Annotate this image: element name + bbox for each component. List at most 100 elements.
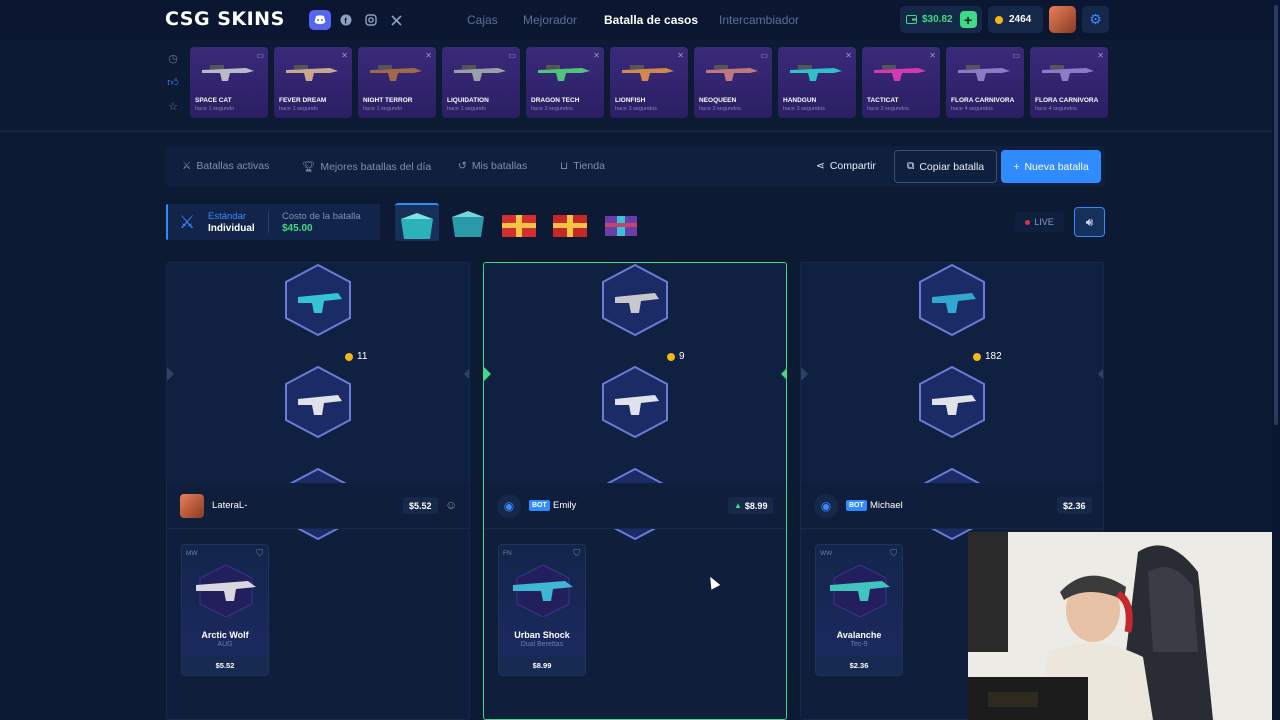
coin-icon — [667, 352, 675, 361]
emoji-icon[interactable]: ☺ — [445, 498, 457, 512]
weapon-image — [370, 65, 422, 81]
facebook-icon[interactable]: f — [336, 10, 356, 30]
recent-drop-card[interactable]: ✕ TACTICAT hace 3 segundos — [862, 47, 940, 118]
player-avatar[interactable] — [180, 494, 204, 518]
recent-drop-card[interactable]: ▭ LIQUIDATION hace 1 segundo — [442, 47, 520, 118]
ticket-value: 11 — [357, 351, 368, 362]
bot-tag: BOT — [846, 500, 867, 511]
drop-name: SPACE CAT — [195, 97, 232, 104]
player-total: $5.52 — [403, 497, 438, 514]
cost-label: Costo de la batalla — [282, 211, 361, 222]
cost-value: $45.00 — [282, 223, 313, 234]
shield-icon[interactable]: ⛉ — [890, 548, 897, 559]
case-slot-4[interactable] — [548, 203, 592, 241]
share-label: Compartir — [829, 160, 876, 172]
coin-balance[interactable]: 2464 — [988, 6, 1043, 33]
player-amount: $2.36 — [1063, 500, 1086, 511]
history-icon: ↺ — [458, 160, 467, 172]
case-slot-1[interactable] — [395, 203, 439, 241]
tab-batallas-activas[interactable]: ⚔ Batallas activas — [182, 160, 269, 172]
recent-drop-card[interactable]: ✕ LIONFISH hace 3 segundos — [610, 47, 688, 118]
drop-time: hace 1 segundo — [279, 106, 319, 112]
discord-icon[interactable] — [309, 10, 331, 30]
svg-text:f: f — [344, 17, 347, 26]
recent-drop-card[interactable]: ✕ HANDGUN hace 3 segundos — [778, 47, 856, 118]
recent-drop-card[interactable]: ✕ NIGHT TERROR hace 1 segundo — [358, 47, 436, 118]
live-label: LIVE — [1034, 217, 1054, 227]
item-image — [513, 564, 573, 617]
battle-tab-bar: ⚔ Batallas activas 🏆︎ Mejores batallas del… — [166, 146, 1105, 187]
reel-item-top — [918, 263, 986, 337]
settings-gear-icon[interactable]: ⚙ — [1082, 6, 1109, 33]
nav-cajas[interactable]: Cajas — [467, 13, 498, 27]
share-button[interactable]: ⋖ Compartir — [816, 160, 876, 172]
tab-label: Mis batallas — [471, 160, 528, 172]
thumbs-up-icon[interactable]: 👍︎ — [166, 76, 180, 100]
recent-drop-card[interactable]: ✕ FLORA CARNIVORA hace 4 segundos — [1030, 47, 1108, 118]
recent-drop-card[interactable]: ✕ FEVER DREAM hace 1 segundo — [274, 47, 352, 118]
ticket-value: 182 — [985, 351, 1002, 362]
site-logo[interactable]: CSG SKINS — [165, 8, 285, 30]
sound-toggle-icon[interactable]: 🔊︎ — [1074, 207, 1105, 237]
case-reel: 182 — [801, 263, 1103, 541]
nav-batalla-de-casos[interactable]: Batalla de casos — [604, 13, 698, 27]
reel-pointer-right-icon — [781, 367, 786, 381]
tab-tienda[interactable]: ⊔ Tienda — [560, 160, 605, 172]
weapon-image — [790, 65, 842, 81]
drop-name: DRAGON TECH — [531, 97, 580, 104]
weapon-image — [538, 65, 590, 81]
recent-drop-card[interactable]: ▭ FLORA CARNIVORA hace 4 segundos — [946, 47, 1024, 118]
drop-name: FEVER DREAM — [279, 97, 327, 104]
player-name[interactable]: Emily — [553, 500, 576, 511]
weapon-image — [454, 65, 506, 81]
weapon-image — [706, 65, 758, 81]
wallet-icon — [906, 15, 917, 24]
won-item-card[interactable]: WW ⛉ Avalanche Tec-9 $2.36 — [815, 544, 903, 676]
player-name[interactable]: Michael — [870, 500, 903, 511]
case-reel: 11 — [167, 263, 469, 541]
wallet-balance[interactable]: $30.82 + — [900, 6, 982, 33]
instagram-icon[interactable] — [361, 10, 381, 30]
player-name[interactable]: LateraL- — [212, 500, 247, 511]
tab-mejores-batallas[interactable]: 🏆︎ Mejores batallas del día — [302, 160, 431, 173]
coin-icon — [345, 352, 353, 361]
up-arrow-icon: ▲ — [734, 501, 742, 510]
recent-drop-card[interactable]: ▭ SPACE CAT hace 1 segundo — [190, 47, 268, 118]
shield-icon[interactable]: ⛉ — [256, 548, 263, 559]
clock-icon[interactable]: ◷ — [166, 52, 180, 76]
weapon-image — [622, 65, 674, 81]
balance-value: $30.82 — [922, 14, 953, 25]
star-icon[interactable]: ☆ — [166, 100, 180, 124]
user-avatar[interactable] — [1049, 6, 1076, 33]
trophy-icon: 🏆︎ — [302, 161, 316, 173]
won-item-card[interactable]: FN ⛉ Urban Shock Dual Berettas $8.99 — [498, 544, 586, 676]
x-icon[interactable] — [386, 10, 406, 30]
case-slot-3[interactable] — [497, 203, 541, 241]
reel-pointer-right-icon — [1098, 367, 1103, 381]
won-item-card[interactable]: MW ⛉ Arctic Wolf AUG $5.52 — [181, 544, 269, 676]
player-amount: $8.99 — [744, 500, 768, 511]
nav-mejorador[interactable]: Mejorador — [523, 13, 577, 27]
case-slot-5[interactable] — [599, 203, 643, 241]
tab-label: Batallas activas — [196, 160, 270, 172]
deposit-button[interactable]: + — [959, 11, 977, 28]
reel-pointer-left-icon — [801, 367, 808, 381]
tab-label: Mejores batallas del día — [320, 161, 432, 173]
page-scrollbar[interactable] — [1272, 0, 1280, 720]
case-slot-2[interactable] — [446, 203, 490, 241]
copy-battle-button[interactable]: ⧉ Copiar batalla — [894, 150, 997, 183]
scrollbar-thumb[interactable] — [1274, 5, 1278, 425]
drop-corner-icon: ✕ — [845, 51, 852, 60]
tab-mis-batallas[interactable]: ↺ Mis batallas — [458, 160, 527, 172]
reel-pointer-left-icon — [167, 367, 174, 381]
nav-intercambiador[interactable]: Intercambiador — [719, 13, 799, 27]
recent-drop-card[interactable]: ✕ DRAGON TECH hace 3 segundos — [526, 47, 604, 118]
crossed-swords-icon: ⚔ — [179, 212, 196, 232]
recent-drop-card[interactable]: ▭ NEOQUEEN hace 3 segundos — [694, 47, 772, 118]
top-bar: CSG SKINS f Cajas Mejorador Batalla de c… — [0, 0, 1280, 40]
drop-time: hace 3 segundos — [615, 106, 657, 112]
new-battle-button[interactable]: + Nueva batalla — [1001, 150, 1101, 183]
player-amount: $5.52 — [409, 500, 432, 511]
shield-icon[interactable]: ⛉ — [573, 548, 580, 559]
drop-time: hace 1 segundo — [363, 106, 403, 112]
